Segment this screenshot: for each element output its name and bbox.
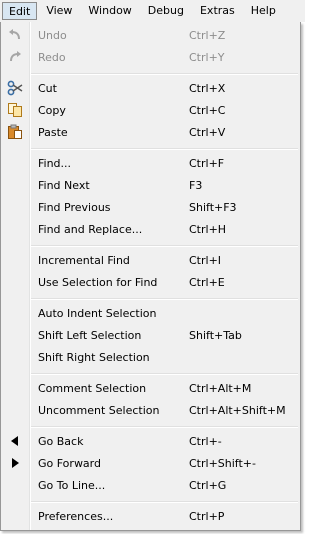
menu-item-go-to-line[interactable]: Go To Line... Ctrl+G — [3, 474, 299, 496]
menu-item-shortcut: Ctrl+C — [189, 103, 226, 117]
menu-item-shortcut: Ctrl+E — [189, 275, 225, 289]
menu-item-shortcut: Ctrl+G — [189, 478, 227, 492]
menubar-edit[interactable]: Edit — [2, 2, 38, 20]
menu-item-label: Cut — [38, 81, 57, 95]
redo-icon — [7, 49, 23, 65]
menu-item-uncomment-selection[interactable]: Uncomment Selection Ctrl+Alt+Shift+M — [3, 399, 299, 421]
menu-item-shortcut: Ctrl+- — [189, 434, 222, 448]
menu-item-shortcut: Ctrl+Alt+M — [189, 381, 252, 395]
menu-item-label: Incremental Find — [38, 253, 130, 267]
menu-item-label: Auto Indent Selection — [38, 306, 157, 320]
menu-item-label: Find Previous — [38, 200, 111, 214]
menu-separator — [31, 148, 298, 150]
menu-item-shortcut: Ctrl+Y — [189, 50, 225, 64]
menu-item-label: Use Selection for Find — [38, 275, 158, 289]
menu-bar: Edit View Window Debug Extras Help — [0, 0, 305, 22]
menu-item-label: Preferences... — [38, 509, 114, 523]
menu-item-label: Redo — [38, 50, 66, 64]
menu-item-shift-left-selection[interactable]: Shift Left Selection Shift+Tab — [3, 324, 299, 346]
menu-item-label: Go To Line... — [38, 478, 106, 492]
menu-separator — [31, 373, 298, 375]
menu-item-label: Shift Right Selection — [38, 350, 150, 364]
menu-item-shortcut: Ctrl+P — [189, 509, 225, 523]
menu-separator — [31, 426, 298, 428]
menu-item-label: Comment Selection — [38, 381, 147, 395]
menu-item-label: Undo — [38, 28, 67, 42]
menu-item-shortcut: Ctrl+Z — [189, 28, 226, 42]
menubar-debug[interactable]: Debug — [141, 2, 191, 20]
menu-item-go-forward[interactable]: Go Forward Ctrl+Shift+- — [3, 452, 299, 474]
menu-item-shortcut: Ctrl+H — [189, 222, 227, 236]
menu-item-shortcut: Ctrl+I — [189, 253, 222, 267]
menu-item-incremental-find[interactable]: Incremental Find Ctrl+I — [3, 249, 299, 271]
menu-item-shortcut: Ctrl+Alt+Shift+M — [189, 403, 286, 417]
paste-icon — [7, 124, 23, 140]
triangle-right-icon — [7, 455, 23, 471]
menubar-help[interactable]: Help — [244, 2, 283, 20]
menu-item-cut[interactable]: Cut Ctrl+X — [3, 77, 299, 99]
menu-item-preferences[interactable]: Preferences... Ctrl+P — [3, 505, 299, 527]
undo-icon — [7, 27, 23, 43]
menu-item-shortcut: Ctrl+X — [189, 81, 226, 95]
menu-item-label: Uncomment Selection — [38, 403, 160, 417]
menu-item-use-selection-for-find[interactable]: Use Selection for Find Ctrl+E — [3, 271, 299, 293]
menu-item-shortcut: F3 — [189, 178, 203, 192]
scissors-icon — [7, 80, 23, 96]
menu-separator — [31, 73, 298, 75]
menu-item-undo[interactable]: Undo Ctrl+Z — [3, 24, 299, 46]
menu-item-label: Find... — [38, 156, 72, 170]
menu-separator — [31, 501, 298, 503]
menu-separator — [31, 298, 298, 300]
menu-item-shortcut: Ctrl+Shift+- — [189, 456, 256, 470]
menu-item-copy[interactable]: Copy Ctrl+C — [3, 99, 299, 121]
menu-item-shortcut: Shift+F3 — [189, 200, 237, 214]
menu-item-find-and-replace[interactable]: Find and Replace... Ctrl+H — [3, 218, 299, 240]
menu-item-label: Paste — [38, 125, 68, 139]
menu-item-label: Shift Left Selection — [38, 328, 142, 342]
menu-item-shortcut: Ctrl+V — [189, 125, 226, 139]
menu-item-label: Go Back — [38, 434, 84, 448]
menu-item-label: Find Next — [38, 178, 90, 192]
menu-item-find-next[interactable]: Find Next F3 — [3, 174, 299, 196]
menu-item-auto-indent-selection[interactable]: Auto Indent Selection — [3, 302, 299, 324]
menubar-view[interactable]: View — [39, 2, 79, 20]
copy-icon — [7, 102, 23, 118]
menu-item-comment-selection[interactable]: Comment Selection Ctrl+Alt+M — [3, 377, 299, 399]
menu-item-find[interactable]: Find... Ctrl+F — [3, 152, 299, 174]
menu-item-shortcut: Ctrl+F — [189, 156, 225, 170]
menu-item-label: Go Forward — [38, 456, 101, 470]
menubar-window[interactable]: Window — [81, 2, 138, 20]
menu-item-go-back[interactable]: Go Back Ctrl+- — [3, 430, 299, 452]
menu-item-shift-right-selection[interactable]: Shift Right Selection — [3, 346, 299, 368]
menu-item-find-previous[interactable]: Find Previous Shift+F3 — [3, 196, 299, 218]
menu-item-label: Find and Replace... — [38, 222, 143, 236]
menu-item-redo[interactable]: Redo Ctrl+Y — [3, 46, 299, 68]
menu-item-paste[interactable]: Paste Ctrl+V — [3, 121, 299, 143]
menubar-extras[interactable]: Extras — [193, 2, 242, 20]
menu-item-label: Copy — [38, 103, 66, 117]
edit-menu-dropdown: Undo Ctrl+Z Redo Ctrl+Y Cut Ctrl+X Copy … — [0, 22, 301, 531]
menu-separator — [31, 245, 298, 247]
menu-item-shortcut: Shift+Tab — [189, 328, 242, 342]
triangle-left-icon — [7, 433, 23, 449]
